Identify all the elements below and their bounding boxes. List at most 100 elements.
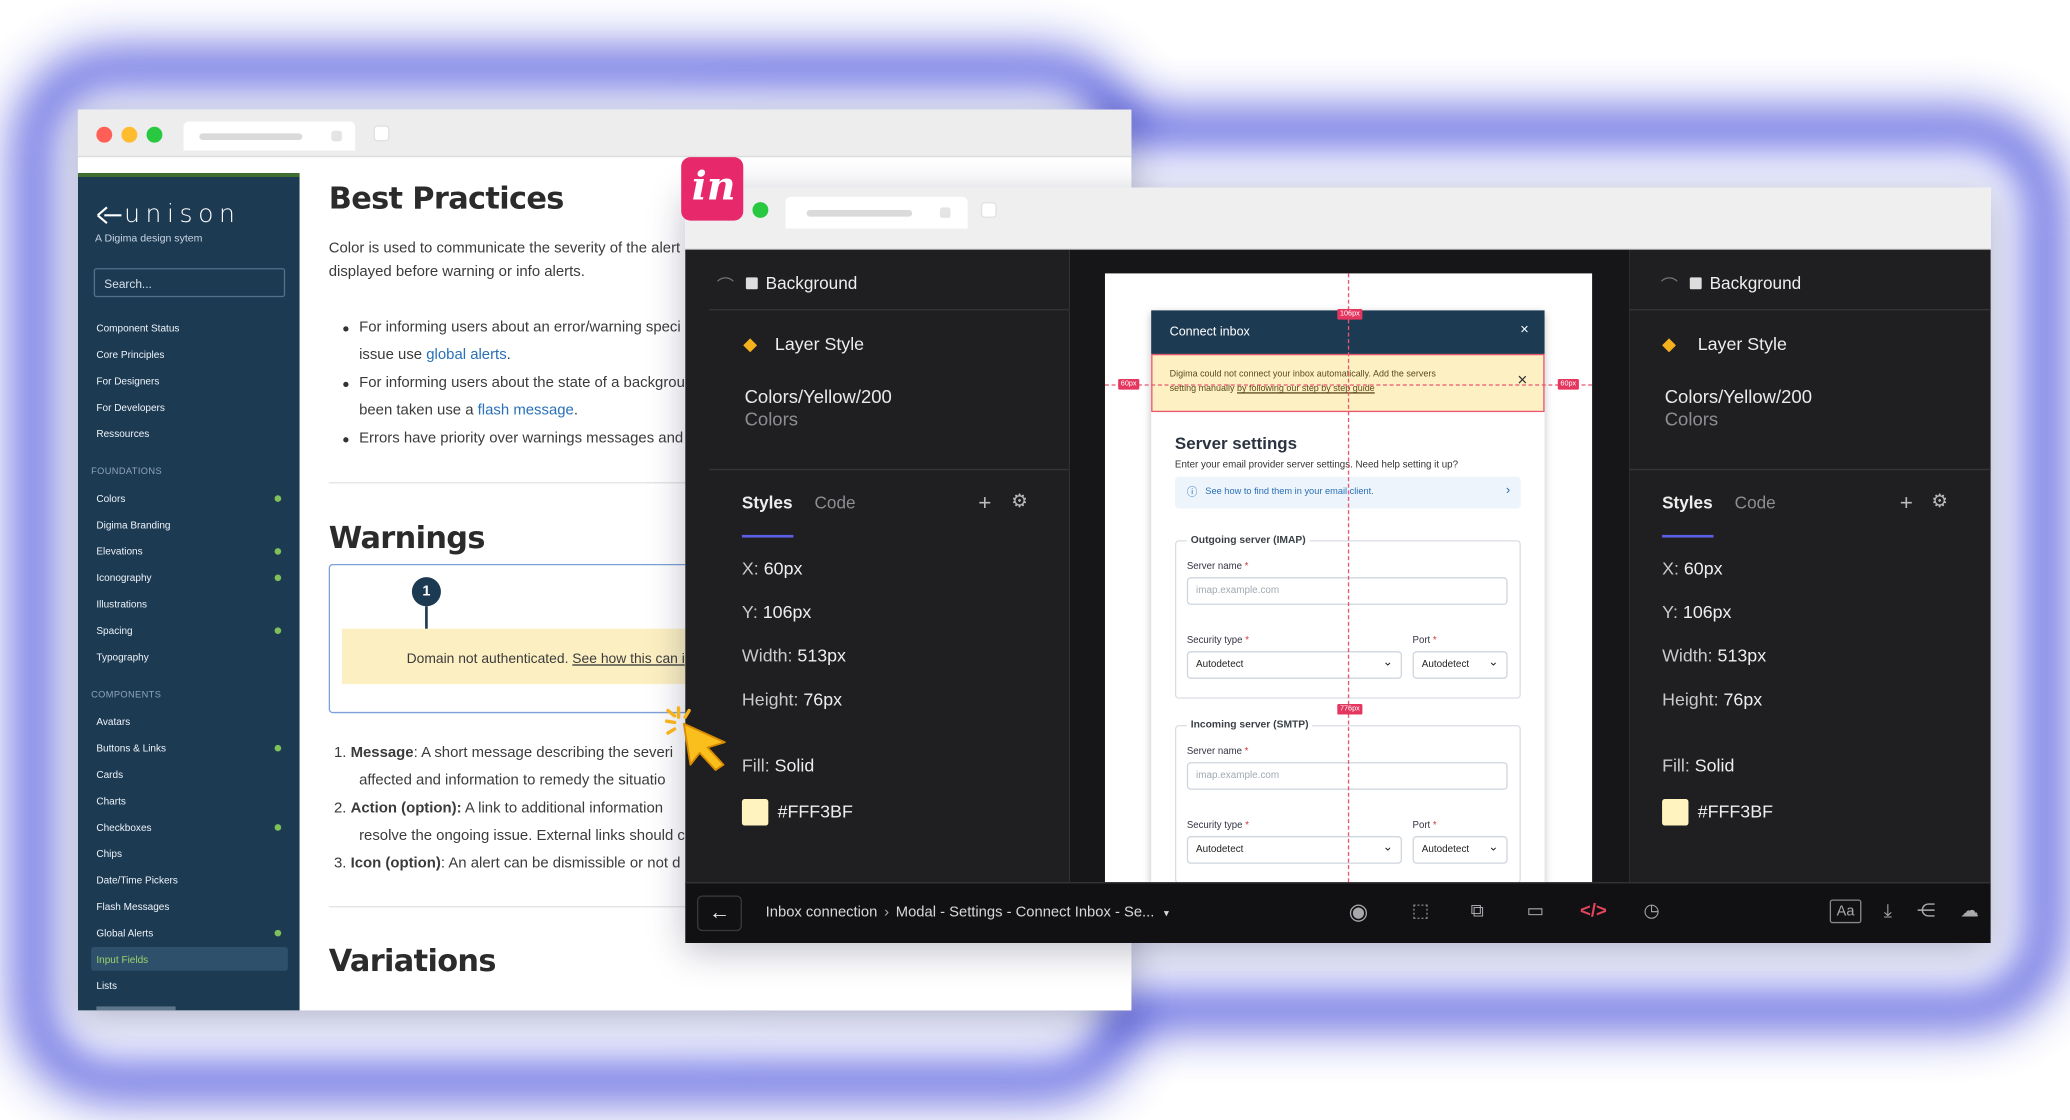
server-name-label: Server name * [1186,560,1249,572]
sidebar-item-buttons-links[interactable]: Buttons & Links [96,742,166,754]
sidebar-item-cards[interactable]: Cards [96,769,123,781]
port-select[interactable]: Autodetect ⌄ [1412,836,1508,864]
alert-link[interactable]: See how this can i [572,651,685,667]
browser-tab[interactable] [785,196,968,229]
sidebar-item-illustrations[interactable]: Illustrations [96,598,147,610]
sidebar-item-typography[interactable]: Typography [96,651,148,663]
comment-cursor-icon[interactable]: ⬚ [1405,899,1437,921]
close-window-button[interactable] [96,126,113,143]
bullet [343,381,349,387]
status-dot [274,824,282,831]
new-tab-button[interactable] [980,202,997,218]
layer-style-row: ◆ Layer Style [743,334,865,354]
sidebar-item-charts[interactable]: Charts [96,795,126,807]
settings-gear-icon[interactable]: ⚙ [1931,490,1948,512]
status-dot [274,548,282,555]
breadcrumb-chevron-icon: › [884,904,890,921]
layer-curve-icon: ⌒ [1660,276,1678,296]
color-swatch[interactable] [1662,799,1689,826]
sidebar-item-flash-messages[interactable]: Flash Messages [96,901,169,913]
sidebar-heading-components: COMPONENTS [91,690,162,701]
sidebar-item-lists[interactable]: Lists [96,980,117,992]
list-item-1-line-2: affected and information to remedy the s… [359,772,666,789]
code-inspect-icon[interactable]: </> [1578,899,1610,920]
window-dot[interactable] [752,202,769,218]
heading-variations: Variations [328,944,497,979]
diamond-icon: ◆ [743,334,757,354]
sidebar-item-digima-branding[interactable]: Digima Branding [96,519,170,531]
sidebar-item-iconography[interactable]: Iconography [96,572,151,584]
bullet-2-line-2: been taken use a flash message. [359,402,578,419]
new-tab-button[interactable] [373,125,390,142]
port-select[interactable]: Autodetect ⌄ [1412,651,1508,679]
minimize-window-button[interactable] [121,126,138,143]
heading-warnings: Warnings [328,521,486,557]
color-hex[interactable]: #FFF3BF [1698,802,1773,822]
help-icon: ⓘ [1186,486,1198,498]
close-icon[interactable]: × [1517,370,1527,390]
sidebar-item-core-principles[interactable]: Core Principles [96,349,164,361]
height-row: Height: 76px [741,689,843,710]
sidebar-item-colors[interactable]: Colors [96,493,125,505]
measure-tag-top: 106px [1337,309,1363,320]
back-button[interactable]: ← [697,895,742,932]
color-swatch[interactable] [741,799,769,826]
status-dot [274,495,282,502]
invision-logo[interactable]: in [681,157,744,221]
share-icon[interactable]: ⋲ [1910,899,1942,921]
security-type-label: Security type * [1186,633,1249,646]
sidebar-item-elevations[interactable]: Elevations [96,545,142,557]
port-label: Port * [1412,633,1437,646]
flash-message-link[interactable]: flash message [478,403,574,419]
security-type-label: Security type * [1186,818,1249,831]
global-alerts-link[interactable]: global alerts [426,347,506,363]
layer-style-row: ◆ Layer Style [1662,334,1787,354]
preview-eye-icon[interactable]: ◉ [1343,899,1375,925]
maximize-window-button[interactable] [146,126,163,143]
sidebar-item-date-time-pickers[interactable]: Date/Time Pickers [96,874,178,886]
sidebar-item-input-fields[interactable]: Input Fields [96,954,148,966]
sidebar-item-component-status[interactable]: Component Status [96,322,179,334]
mock-modal-title: Connect inbox [1169,324,1250,340]
tab-code[interactable]: Code [1735,493,1776,513]
sidebar-item-global-alerts[interactable]: Global Alerts [96,927,153,939]
click-cursor-icon [663,705,737,774]
sidebar-search-input[interactable]: Search... [93,268,286,298]
sidebar-item-checkboxes[interactable]: Checkboxes [96,822,151,834]
layer-row[interactable]: ⌒ Background [1661,273,1801,295]
flow-icon[interactable]: ⧉ [1461,899,1493,921]
download-icon[interactable]: ⤓ [1872,899,1904,921]
breadcrumb[interactable]: Inbox connection › Modal - Settings - Co… [766,905,1169,921]
security-type-select[interactable]: Autodetect ⌄ [1186,836,1402,864]
sidebar-item-for-developers[interactable]: For Developers [96,402,165,414]
width-row: Width: 513px [741,645,846,666]
security-type-select[interactable]: Autodetect ⌄ [1186,651,1402,679]
style-group: Colors [744,408,798,430]
add-icon[interactable]: + [1900,490,1913,516]
comments-icon[interactable]: ▭ [1519,899,1551,921]
add-icon[interactable]: + [978,490,991,516]
tab-styles[interactable]: Styles [742,493,793,513]
sidebar-item-chips[interactable]: Chips [96,848,122,860]
browser-tab[interactable] [183,121,356,151]
close-icon[interactable]: × [1520,322,1528,338]
style-group: Colors [1664,408,1719,430]
logo-text: unison [124,199,241,229]
width-row: Width: 513px [1662,645,1767,666]
layer-square-icon [745,277,758,290]
layer-row[interactable]: ⌒ Background [717,273,857,295]
sidebar-item-avatars[interactable]: Avatars [96,716,130,728]
settings-gear-icon[interactable]: ⚙ [1011,490,1028,512]
heading-best-practices: Best Practices [328,182,565,217]
cloud-upload-icon[interactable]: ☁ [1954,899,1986,921]
sidebar-item-partial[interactable] [96,1006,176,1011]
tab-styles[interactable]: Styles [1662,493,1713,513]
typography-icon[interactable]: Aa [1829,899,1862,924]
history-clock-icon[interactable]: ◷ [1636,899,1668,921]
bullet-1-line-2: issue use global alerts. [359,347,511,364]
sidebar-item-spacing[interactable]: Spacing [96,625,132,637]
sidebar-item-ressources[interactable]: Ressources [96,428,149,440]
sidebar-item-for-designers[interactable]: For Designers [96,375,159,387]
color-hex[interactable]: #FFF3BF [778,802,853,822]
tab-code[interactable]: Code [815,493,856,513]
